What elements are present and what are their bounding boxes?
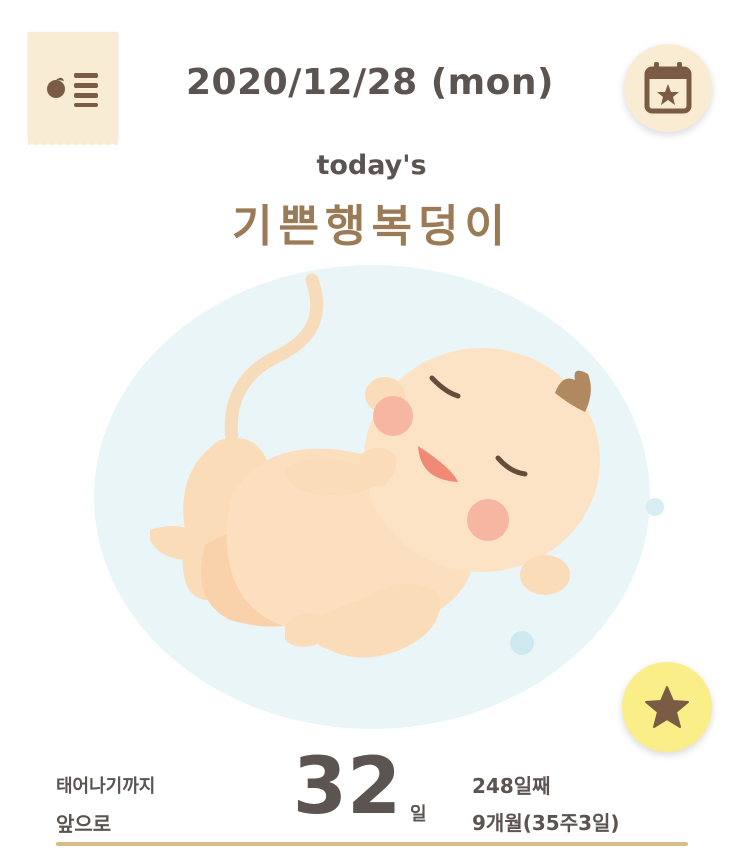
dday-label: 태어나기까지 앞으로 [56,772,155,837]
bubble-dot [510,631,534,655]
baby-ear [520,555,570,595]
bubble-dot [646,498,664,516]
dday-label-line1: 태어나기까지 [56,776,156,797]
pregnancy-info: 248일째 9개월(35주3일) [472,770,620,836]
dday-label-line2: 앞으로 [56,812,112,836]
favorite-button[interactable] [622,662,712,752]
baby-cheek [467,499,509,541]
baby-cheek [373,396,413,436]
days-left-unit: 일 [410,804,427,825]
divider [56,842,688,846]
days-left-number: 32 [292,742,402,832]
star-icon [645,686,689,728]
day-count: 248일째 [472,774,551,798]
pregnancy-period: 9개월(35주3일) [472,811,620,835]
